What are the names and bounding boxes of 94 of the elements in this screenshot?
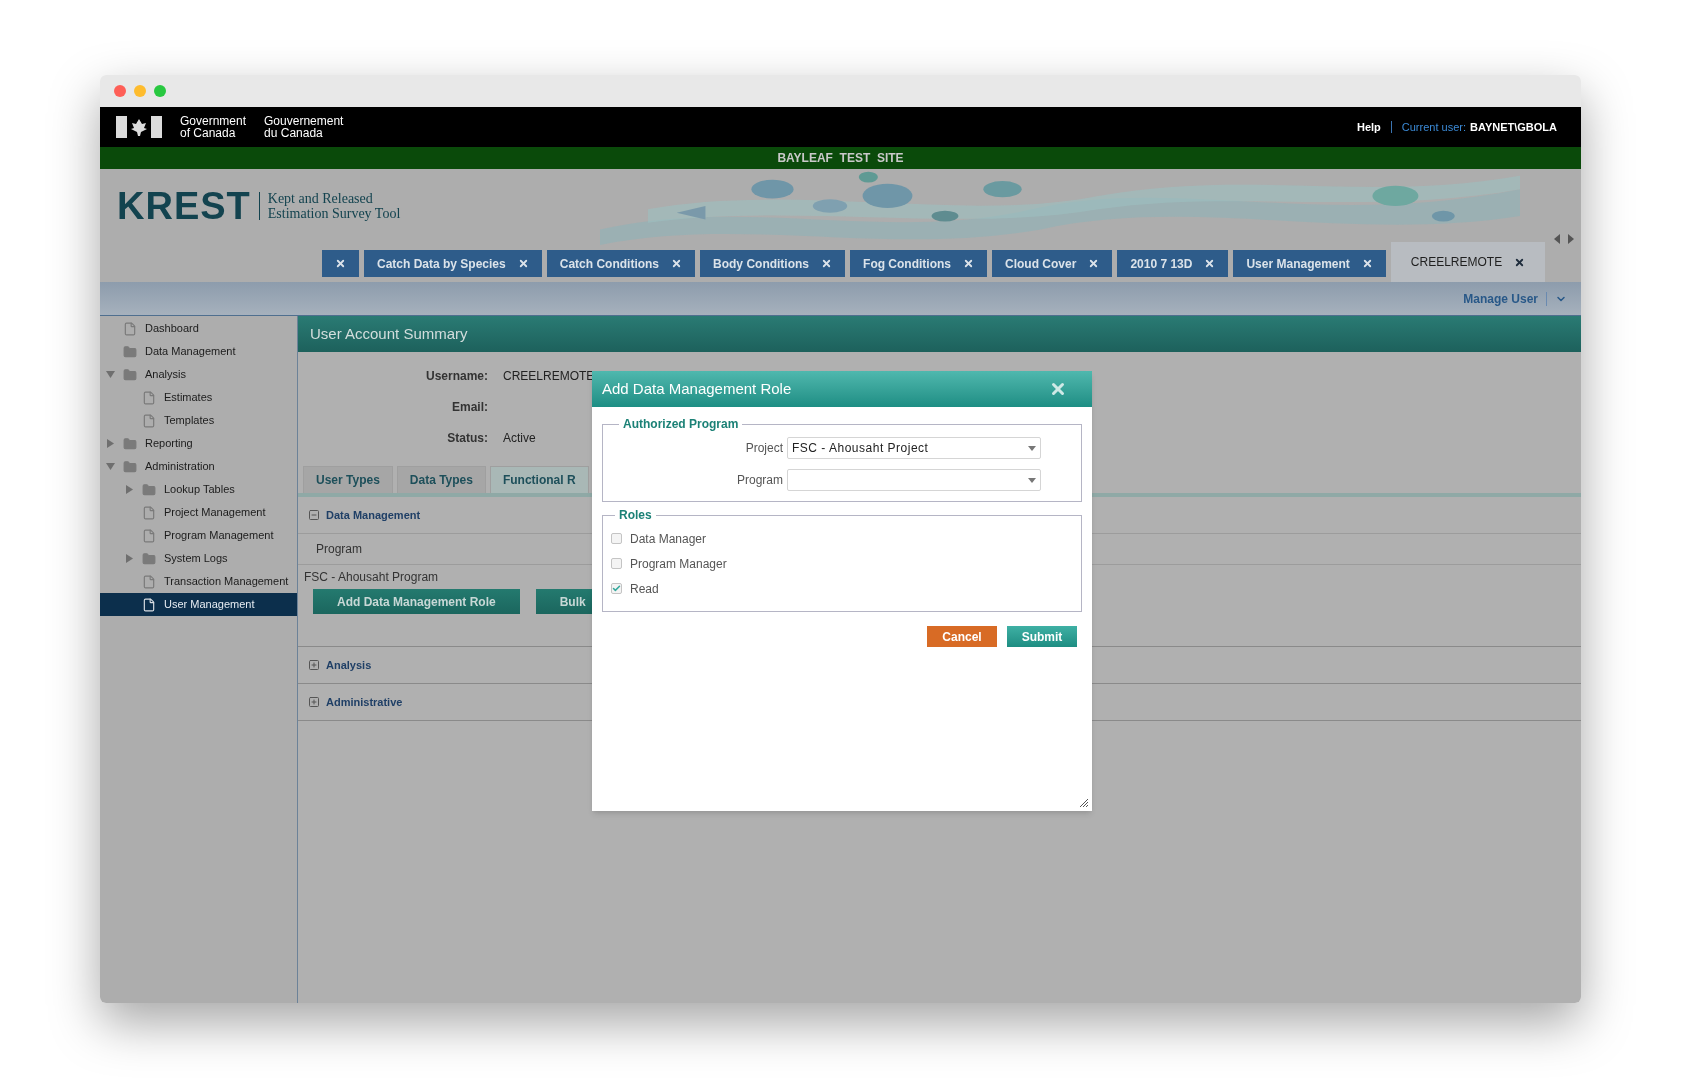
action-button[interactable]: Add Data Management Role — [313, 589, 520, 614]
sidebar-item[interactable]: System Logs — [100, 547, 297, 570]
group-legend: Roles — [615, 506, 656, 524]
document-icon — [142, 574, 156, 589]
tab[interactable]: Body Conditions — [700, 250, 846, 277]
sidebar-item[interactable]: Data Management — [100, 340, 297, 363]
app-logo: KREST — [117, 187, 251, 225]
document-icon — [142, 597, 156, 612]
table-cell-text: FSC - Ahousaht Program — [303, 569, 439, 586]
close-tab-icon[interactable] — [1514, 256, 1526, 268]
tab[interactable]: User Types — [303, 466, 393, 493]
sidebar-item[interactable]: Lookup Tables — [100, 478, 297, 501]
dropdown-field[interactable]: FSC - Ahousaht Project — [787, 437, 1041, 459]
caret-icon — [1028, 445, 1036, 451]
folder-icon — [142, 482, 156, 497]
section-title[interactable]: Analysis — [326, 656, 372, 674]
app-subtitle: Kept and Released Estimation Survey Tool — [267, 191, 401, 221]
field-label: Username: — [424, 368, 488, 385]
expand-icon[interactable] — [308, 659, 320, 671]
sidebar-item[interactable]: Administration — [100, 455, 297, 478]
tab[interactable]: Catch Data by Species — [364, 250, 542, 277]
site-banner: BAYLEAF TEST SITE — [100, 147, 1581, 169]
sidebar-item[interactable]: Program Management — [100, 524, 297, 547]
close-tab-icon[interactable] — [821, 258, 833, 269]
collapsed-arrow-icon[interactable] — [125, 554, 134, 563]
checkbox[interactable] — [611, 558, 622, 569]
close-tab-icon[interactable] — [963, 258, 975, 269]
close-tab-icon[interactable] — [671, 258, 683, 269]
caret-icon — [1028, 477, 1036, 483]
close-icon[interactable] — [1049, 380, 1067, 398]
tab[interactable]: User Management — [1233, 250, 1386, 277]
resize-grip-icon[interactable] — [1080, 799, 1088, 807]
tab[interactable]: 2010 7 13D — [1117, 250, 1229, 277]
collapsed-arrow-icon[interactable] — [106, 439, 115, 448]
section-title[interactable]: Data Management — [326, 506, 421, 524]
document-icon — [142, 390, 156, 405]
sidebar-item[interactable]: Templates — [100, 409, 297, 432]
document-icon — [142, 413, 156, 428]
close-button[interactable] — [114, 85, 126, 97]
document-icon — [142, 505, 156, 520]
folder-icon — [123, 367, 137, 382]
current-user-label: Current user: — [1401, 119, 1466, 135]
field-value: Active — [503, 430, 536, 447]
group-legend: Authorized Program — [619, 415, 743, 433]
close-tab-icon[interactable] — [517, 258, 529, 269]
tab[interactable] — [322, 250, 359, 277]
field-label: Program — [737, 472, 783, 489]
dialog-title: Add Data Management Role — [602, 378, 792, 399]
checkbox[interactable] — [611, 533, 622, 544]
folder-icon — [142, 551, 156, 566]
tab[interactable]: CREELREMOTE — [1390, 242, 1546, 282]
zoom-button[interactable] — [154, 85, 166, 97]
government-name-en: Government of Canada — [180, 115, 247, 139]
tab[interactable]: Cloud Cover — [992, 250, 1113, 277]
document-icon — [123, 321, 137, 336]
flag-logo — [116, 116, 162, 138]
scroll-left-icon[interactable] — [1554, 234, 1561, 244]
tab[interactable]: Functional R — [489, 466, 589, 493]
government-name-fr: Gouvernement du Canada — [264, 115, 344, 139]
panel-header: User Account Summary — [298, 316, 1581, 352]
section-title[interactable]: Administrative — [326, 693, 403, 711]
sidebar-item[interactable]: Transaction Management — [100, 570, 297, 593]
collapse-icon[interactable] — [308, 509, 320, 521]
checkbox-label[interactable]: Read — [630, 579, 659, 598]
expanded-arrow-icon[interactable] — [106, 370, 115, 379]
field-label: Status: — [446, 430, 488, 447]
expanded-arrow-icon[interactable] — [106, 462, 115, 471]
expand-icon[interactable] — [308, 696, 320, 708]
sidebar-item[interactable]: Reporting — [100, 432, 297, 455]
field-label: Project — [745, 440, 783, 457]
folder-icon — [123, 459, 137, 474]
collapsed-arrow-icon[interactable] — [125, 485, 134, 494]
sidebar-item[interactable]: Analysis — [100, 363, 297, 386]
tab[interactable]: Catch Conditions — [546, 250, 696, 277]
field-label: Email: — [451, 399, 488, 416]
checkbox[interactable] — [611, 583, 622, 594]
close-tab-icon[interactable] — [1088, 258, 1100, 269]
sidebar-item[interactable]: Estimates — [100, 386, 297, 409]
document-icon — [142, 528, 156, 543]
close-tab-icon[interactable] — [335, 258, 346, 269]
dropdown-field[interactable] — [787, 469, 1041, 491]
scroll-right-icon[interactable] — [1568, 234, 1575, 244]
tab[interactable]: Fog Conditions — [850, 250, 988, 277]
folder-icon — [123, 344, 137, 359]
sidebar-item[interactable]: Dashboard — [100, 317, 297, 340]
help-link[interactable]: Help — [1356, 118, 1381, 136]
field-value: CREELREMOTE — [503, 368, 595, 385]
tab[interactable]: Data Types — [396, 466, 486, 493]
close-tab-icon[interactable] — [1204, 258, 1216, 269]
sidebar-item[interactable]: Project Management — [100, 501, 297, 524]
current-user: BAYNET\GBOLA — [1470, 119, 1557, 135]
close-tab-icon[interactable] — [1361, 258, 1373, 269]
folder-icon — [123, 436, 137, 451]
sidebar-item[interactable]: User Management — [100, 593, 297, 616]
